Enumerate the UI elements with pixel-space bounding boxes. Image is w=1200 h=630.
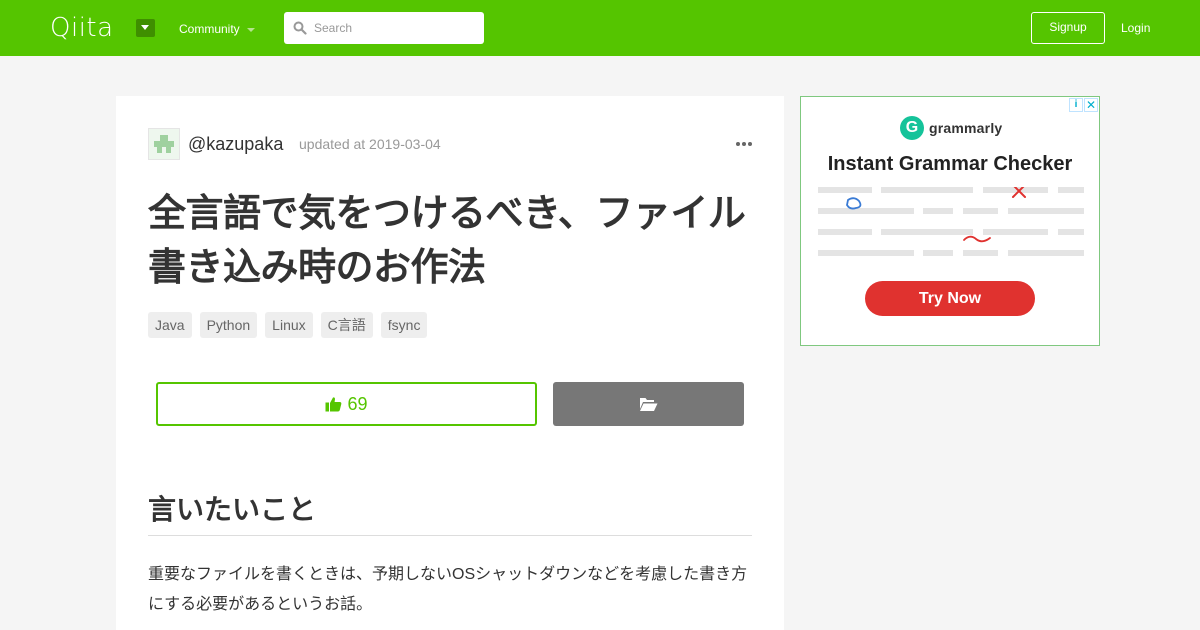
search-icon	[293, 21, 307, 35]
folder-open-icon	[640, 398, 658, 411]
updated-date: updated at 2019-03-04	[299, 136, 441, 152]
thumbs-up-icon	[325, 397, 342, 412]
ad-brand: grammarly	[929, 120, 1003, 136]
tag-fsync[interactable]: fsync	[380, 312, 428, 338]
tag-linux[interactable]: Linux	[265, 312, 313, 338]
more-options-icon[interactable]	[736, 142, 752, 146]
article-title: 全言語で気をつけるべき、ファイル書き込み時のお作法	[148, 191, 746, 289]
top-navbar: Qiita Community Signup Login	[0, 0, 1200, 56]
signup-button[interactable]: Signup	[1031, 12, 1105, 44]
section-divider	[148, 535, 752, 536]
search-box[interactable]	[284, 12, 484, 44]
ad-close-icon[interactable]: ✕	[1084, 98, 1098, 112]
stock-button[interactable]	[553, 382, 744, 426]
community-menu[interactable]: Community	[179, 21, 240, 37]
login-link[interactable]: Login	[1121, 20, 1150, 36]
section-heading: 言いたいこと	[148, 493, 317, 526]
like-count: 69	[347, 394, 368, 414]
ad-info-icon[interactable]: i	[1069, 98, 1083, 112]
grammarly-logo-letter: G	[905, 119, 919, 136]
article-body: 重要なファイルを書くときは、予期しないOSシャットダウンなどを考慮した書き方にす…	[148, 566, 748, 613]
tag-java[interactable]: Java	[148, 312, 192, 338]
like-button[interactable]: 69	[156, 382, 537, 426]
article-card	[116, 96, 784, 630]
chevron-down-icon[interactable]	[136, 19, 155, 37]
grammarly-logo-icon: G	[900, 116, 924, 140]
search-input[interactable]	[314, 12, 479, 44]
ad-cta-button[interactable]: Try Now	[865, 281, 1035, 316]
ad-banner[interactable]: i ✕ G grammarly Instant Grammar Checker …	[800, 96, 1100, 346]
site-logo[interactable]: Qiita	[50, 13, 114, 43]
avatar-pattern-icon	[154, 135, 174, 153]
tag-list: Java Python Linux C言語 fsync	[148, 312, 428, 338]
avatar[interactable]	[148, 128, 180, 160]
caret-down-icon[interactable]	[247, 28, 255, 32]
tag-c-lang[interactable]: C言語	[320, 312, 373, 338]
tag-python[interactable]: Python	[199, 312, 258, 338]
ad-illustration	[818, 187, 1084, 256]
author-name[interactable]: @kazupaka	[188, 133, 283, 155]
ad-headline: Instant Grammar Checker	[827, 153, 1073, 175]
